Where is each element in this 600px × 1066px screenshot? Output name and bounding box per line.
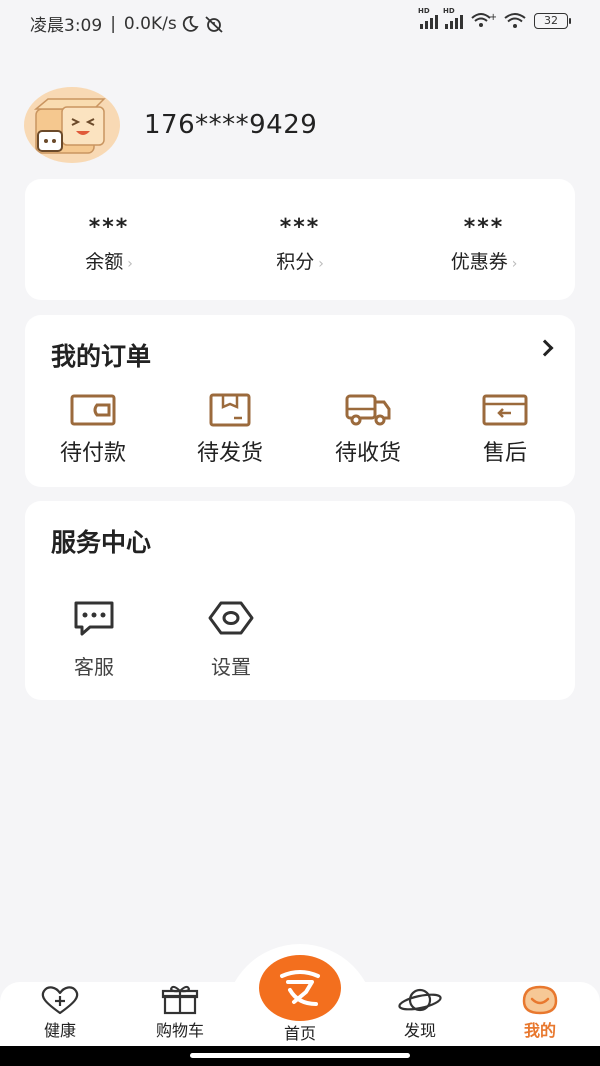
wifi-icon bbox=[504, 13, 526, 28]
tab-label: 发现 bbox=[403, 1021, 436, 1040]
home-logo-icon bbox=[280, 970, 320, 1006]
chat-icon bbox=[74, 601, 114, 636]
tab-label: 购物车 bbox=[155, 1021, 204, 1040]
my-page: 凌晨3:09 | 0.0K/s HD HD + 32 176****9429 *… bbox=[0, 0, 600, 1066]
status-net-speed: 0.0K/s bbox=[123, 13, 177, 34]
asset-points[interactable]: *** 积分 › bbox=[225, 179, 375, 274]
asset-balance[interactable]: *** 余额 › bbox=[34, 179, 184, 274]
avatar[interactable] bbox=[24, 87, 120, 163]
asset-value: *** bbox=[279, 215, 321, 240]
signal-1-icon: HD bbox=[418, 7, 438, 29]
order-label: 待发货 bbox=[196, 441, 263, 466]
tab-cart[interactable]: 购物车 bbox=[120, 982, 240, 1050]
chevron-right-icon: › bbox=[318, 256, 324, 272]
tab-home-label[interactable]: 首页 bbox=[259, 1020, 341, 1044]
order-label: 售后 bbox=[482, 441, 527, 466]
asset-label: 余额 › bbox=[85, 251, 133, 273]
service-customer-support[interactable]: 客服 bbox=[54, 599, 134, 680]
service-label: 客服 bbox=[74, 655, 114, 679]
chevron-right-icon: › bbox=[511, 256, 518, 272]
order-pending-payment[interactable]: 待付款 bbox=[33, 393, 153, 467]
chevron-right-icon: › bbox=[127, 256, 133, 272]
status-time: 凌晨3:09 bbox=[30, 16, 103, 36]
profile-header[interactable]: 176****9429 bbox=[24, 87, 317, 163]
asset-label: 积分 › bbox=[276, 251, 324, 273]
order-label: 待付款 bbox=[59, 441, 126, 466]
status-bar: 凌晨3:09 | 0.0K/s HD HD + 32 bbox=[0, 0, 600, 46]
gift-box-icon bbox=[161, 985, 199, 1015]
wifi-plus-icon: + bbox=[471, 12, 496, 27]
order-pending-shipment[interactable]: 待发货 bbox=[170, 393, 290, 467]
return-box-icon bbox=[482, 394, 528, 426]
orders-card: 我的订单 待付款 待发货 待收货 售后 bbox=[25, 315, 575, 487]
status-divider: | bbox=[110, 13, 116, 34]
tab-home-button[interactable] bbox=[259, 955, 341, 1021]
planet-icon bbox=[398, 988, 442, 1012]
order-after-sales[interactable]: 售后 bbox=[445, 393, 565, 467]
asset-value: *** bbox=[463, 215, 505, 240]
hexagon-settings-icon bbox=[208, 601, 254, 635]
tab-discover[interactable]: 发现 bbox=[360, 982, 480, 1050]
tab-health[interactable]: 健康 bbox=[0, 982, 120, 1050]
heart-plus-icon bbox=[41, 986, 79, 1015]
box-mascot-icon bbox=[33, 98, 106, 154]
services-card: 服务中心 客服 设置 bbox=[25, 501, 575, 700]
package-icon bbox=[209, 393, 251, 427]
signal-2-icon: HD bbox=[443, 7, 463, 29]
service-label: 设置 bbox=[211, 655, 251, 679]
asset-value: *** bbox=[88, 215, 130, 240]
services-title: 服务中心 bbox=[51, 528, 152, 557]
status-left: 凌晨3:09 | 0.0K/s bbox=[30, 11, 225, 36]
order-pending-receipt[interactable]: 待收货 bbox=[308, 393, 428, 467]
svg-text:+: + bbox=[489, 12, 496, 23]
asset-coupons[interactable]: *** 优惠券 › bbox=[409, 179, 559, 274]
tab-mine[interactable]: 我的 bbox=[480, 982, 600, 1050]
service-settings[interactable]: 设置 bbox=[191, 599, 271, 680]
user-phone: 176****9429 bbox=[144, 110, 318, 140]
truck-icon bbox=[345, 394, 391, 426]
chevron-right-icon[interactable] bbox=[536, 339, 554, 357]
assets-card: *** 余额 › *** 积分 › *** 优惠券 › bbox=[25, 179, 575, 300]
smile-face-icon bbox=[522, 985, 558, 1015]
status-right: HD HD + 32 bbox=[418, 7, 571, 30]
tab-label: 健康 bbox=[43, 1021, 76, 1040]
home-indicator[interactable] bbox=[190, 1053, 410, 1058]
battery-indicator: 32 bbox=[534, 13, 571, 29]
tab-label: 我的 bbox=[523, 1021, 556, 1040]
moon-icon bbox=[182, 15, 199, 32]
wallet-icon bbox=[70, 394, 116, 426]
asset-label: 优惠券 › bbox=[450, 251, 518, 273]
alarm-off-icon bbox=[205, 15, 223, 33]
order-label: 待收货 bbox=[334, 441, 401, 466]
orders-title: 我的订单 bbox=[51, 342, 152, 371]
